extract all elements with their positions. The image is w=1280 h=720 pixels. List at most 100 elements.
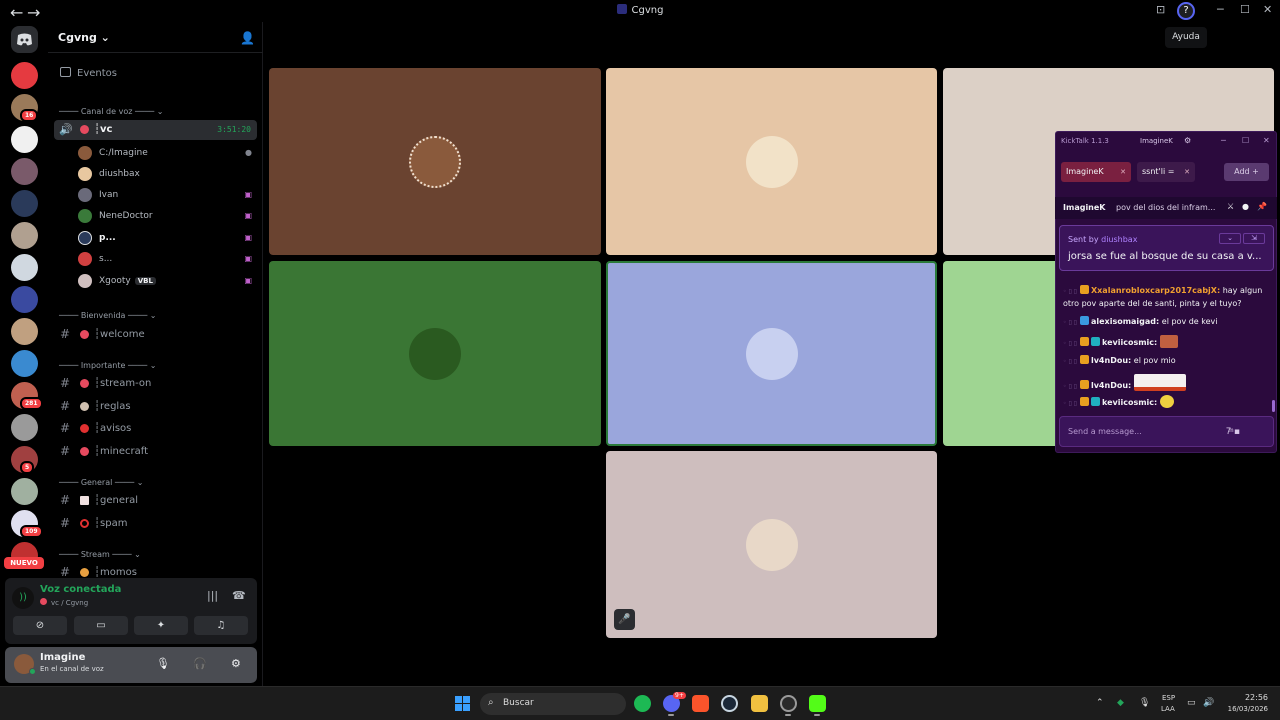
message-user[interactable]: alexisomaigad: bbox=[1091, 317, 1159, 326]
file-explorer-icon[interactable] bbox=[751, 695, 768, 712]
noise-suppression-icon[interactable]: ||| bbox=[207, 589, 218, 602]
channel-minecraft[interactable]: # ┆minecraft bbox=[54, 442, 256, 462]
clock[interactable]: 22:56 bbox=[1226, 693, 1268, 702]
brave-icon[interactable] bbox=[692, 695, 709, 712]
server-icon[interactable] bbox=[11, 478, 38, 505]
server-icon[interactable] bbox=[11, 190, 38, 217]
discord-home-icon[interactable] bbox=[11, 26, 38, 53]
message-user[interactable]: lv4nDou: bbox=[1091, 356, 1131, 365]
category-general[interactable]: ──── General ──── ⌄ bbox=[59, 478, 143, 487]
server-icon[interactable] bbox=[11, 318, 38, 345]
chat-tab-active[interactable]: ImagineK ✕ bbox=[1061, 162, 1131, 182]
username[interactable]: Imagine bbox=[40, 652, 85, 663]
steam-icon[interactable] bbox=[721, 695, 738, 712]
maximize-button[interactable]: ☐ bbox=[1240, 3, 1250, 16]
settings-gear-icon[interactable]: ⚙ bbox=[1184, 136, 1191, 145]
voice-member[interactable]: C:/Imagine ● bbox=[78, 143, 256, 163]
input-layout[interactable]: LAA bbox=[1161, 705, 1175, 713]
chat-scrollbar[interactable] bbox=[1272, 400, 1275, 412]
channel-avisos[interactable]: # ┆avisos bbox=[54, 419, 256, 439]
message-user[interactable]: keviicosmic: bbox=[1102, 338, 1157, 347]
settings-gear-icon[interactable]: ⚙ bbox=[231, 657, 241, 670]
activities-button[interactable]: ✦ bbox=[134, 616, 188, 635]
server-icon[interactable] bbox=[11, 286, 38, 313]
channel-general[interactable]: # ┆general bbox=[54, 491, 256, 511]
disconnect-icon[interactable]: ☎ bbox=[232, 589, 246, 602]
taskbar-search[interactable] bbox=[480, 693, 626, 715]
channel-spam[interactable]: # ┆spam bbox=[54, 514, 256, 534]
chat-tab[interactable]: ssnt'li = ✕ bbox=[1137, 162, 1195, 182]
emote-picker-icon[interactable]: 7ͫ ▪ bbox=[1226, 426, 1240, 437]
video-tile[interactable] bbox=[269, 261, 601, 446]
date[interactable]: 16/03/2026 bbox=[1222, 705, 1268, 713]
kick-icon[interactable] bbox=[809, 695, 826, 712]
message-actions[interactable]: ◦ ▯ ▯ bbox=[1063, 286, 1077, 298]
add-member-icon[interactable]: 👤 bbox=[240, 31, 255, 45]
video-tile[interactable] bbox=[606, 451, 937, 638]
channel-reglas[interactable]: # ┆reglas bbox=[54, 397, 256, 417]
message-user[interactable]: Xxalanrobloxcarp2017cabjX: bbox=[1091, 286, 1220, 295]
network-icon[interactable]: ▭ bbox=[1187, 698, 1196, 708]
help-button[interactable]: ? bbox=[1177, 2, 1195, 20]
voice-member[interactable]: NeneDoctor ▣ bbox=[78, 206, 256, 226]
soundboard-button[interactable]: ♫ bbox=[194, 616, 248, 635]
minimize-button[interactable]: ─ bbox=[1217, 3, 1224, 16]
voice-member[interactable]: diushbax bbox=[78, 164, 256, 184]
close-button[interactable]: ✕ bbox=[1263, 3, 1272, 16]
tray-app-icon[interactable]: ◆ bbox=[1117, 698, 1124, 708]
message-actions[interactable]: ◦ ▯ ▯ bbox=[1063, 317, 1077, 329]
message-actions[interactable]: ◦ ▯ ▯ bbox=[1063, 381, 1077, 393]
user-icon[interactable]: ● bbox=[1242, 202, 1249, 211]
channel-welcome[interactable]: # ┆welcome bbox=[54, 325, 256, 345]
server-name[interactable]: Cgvng ⌄ bbox=[58, 31, 110, 44]
server-icon[interactable] bbox=[11, 126, 38, 153]
message-user[interactable]: lv4nDou: bbox=[1091, 381, 1131, 390]
events-item[interactable]: Eventos bbox=[60, 67, 117, 79]
voice-location[interactable]: vc / Cgvng bbox=[40, 598, 88, 607]
message-user[interactable]: keviicosmic: bbox=[1102, 398, 1157, 407]
share-screen-button[interactable]: ▭ bbox=[74, 616, 128, 635]
video-tile[interactable] bbox=[269, 68, 601, 255]
kicktalk-user[interactable]: ImagineK bbox=[1140, 137, 1173, 145]
close-tab-icon[interactable]: ✕ bbox=[1120, 162, 1126, 182]
signal-icon[interactable]: )) bbox=[12, 587, 34, 609]
add-tab-button[interactable]: Add + bbox=[1224, 163, 1269, 181]
sword-icon[interactable]: ⚔ bbox=[1227, 202, 1234, 211]
headphones-icon[interactable]: 🎧 bbox=[193, 657, 207, 670]
voice-member[interactable]: p... ▣ bbox=[78, 228, 256, 248]
chevron-up-icon[interactable]: ⌃ bbox=[1096, 698, 1104, 708]
message-actions[interactable]: ◦ ▯ ▯ bbox=[1063, 338, 1077, 350]
server-icon[interactable] bbox=[11, 222, 38, 249]
microphone-icon[interactable]: 🎙 bbox=[1139, 698, 1150, 708]
voice-member[interactable]: Ivan ▣ bbox=[78, 185, 256, 205]
maximize-button[interactable]: ☐ bbox=[1242, 136, 1249, 145]
category-voice[interactable]: ──── Canal de voz ──── ⌄ bbox=[59, 107, 163, 116]
voice-channel-vc[interactable]: 🔊 ┆vc 3:51:20 bbox=[54, 120, 257, 140]
video-tile-speaking[interactable] bbox=[606, 261, 937, 446]
input-language[interactable]: ESP bbox=[1162, 694, 1175, 702]
category-stream[interactable]: ──── Stream ──── ⌄ bbox=[59, 550, 141, 559]
category-welcome[interactable]: ──── Bienvenida ──── ⌄ bbox=[59, 311, 157, 320]
app-icon[interactable] bbox=[780, 695, 797, 712]
inbox-icon[interactable]: ⊡ bbox=[1156, 3, 1165, 16]
expand-pinned-button[interactable]: ⌄ bbox=[1219, 233, 1241, 244]
server-icon[interactable] bbox=[11, 414, 38, 441]
message-actions[interactable]: ◦ ▯ ▯ bbox=[1063, 398, 1077, 410]
channel-stream-on[interactable]: # ┆stream-on bbox=[54, 374, 256, 394]
spotify-icon[interactable] bbox=[634, 695, 651, 712]
close-button[interactable]: ✕ bbox=[1263, 136, 1270, 145]
pin-icon[interactable]: 📌 bbox=[1257, 202, 1267, 211]
voice-member[interactable]: Xgooty VBL ▣ bbox=[78, 271, 256, 291]
server-icon[interactable] bbox=[11, 62, 38, 89]
close-tab-icon[interactable]: ✕ bbox=[1184, 162, 1190, 182]
microphone-icon[interactable]: 🎙 bbox=[156, 657, 170, 670]
camera-off-button[interactable]: ⊘ bbox=[13, 616, 67, 635]
message-actions[interactable]: ◦ ▯ ▯ bbox=[1063, 356, 1077, 368]
voice-member[interactable]: s... ▣ bbox=[78, 249, 256, 269]
volume-icon[interactable]: 🔊 bbox=[1203, 698, 1214, 708]
server-icon[interactable] bbox=[11, 158, 38, 185]
server-icon[interactable] bbox=[11, 254, 38, 281]
unpin-button[interactable]: ⇲ bbox=[1243, 233, 1265, 244]
video-tile[interactable] bbox=[606, 68, 937, 255]
category-important[interactable]: ──── Importante ──── ⌄ bbox=[59, 361, 156, 370]
